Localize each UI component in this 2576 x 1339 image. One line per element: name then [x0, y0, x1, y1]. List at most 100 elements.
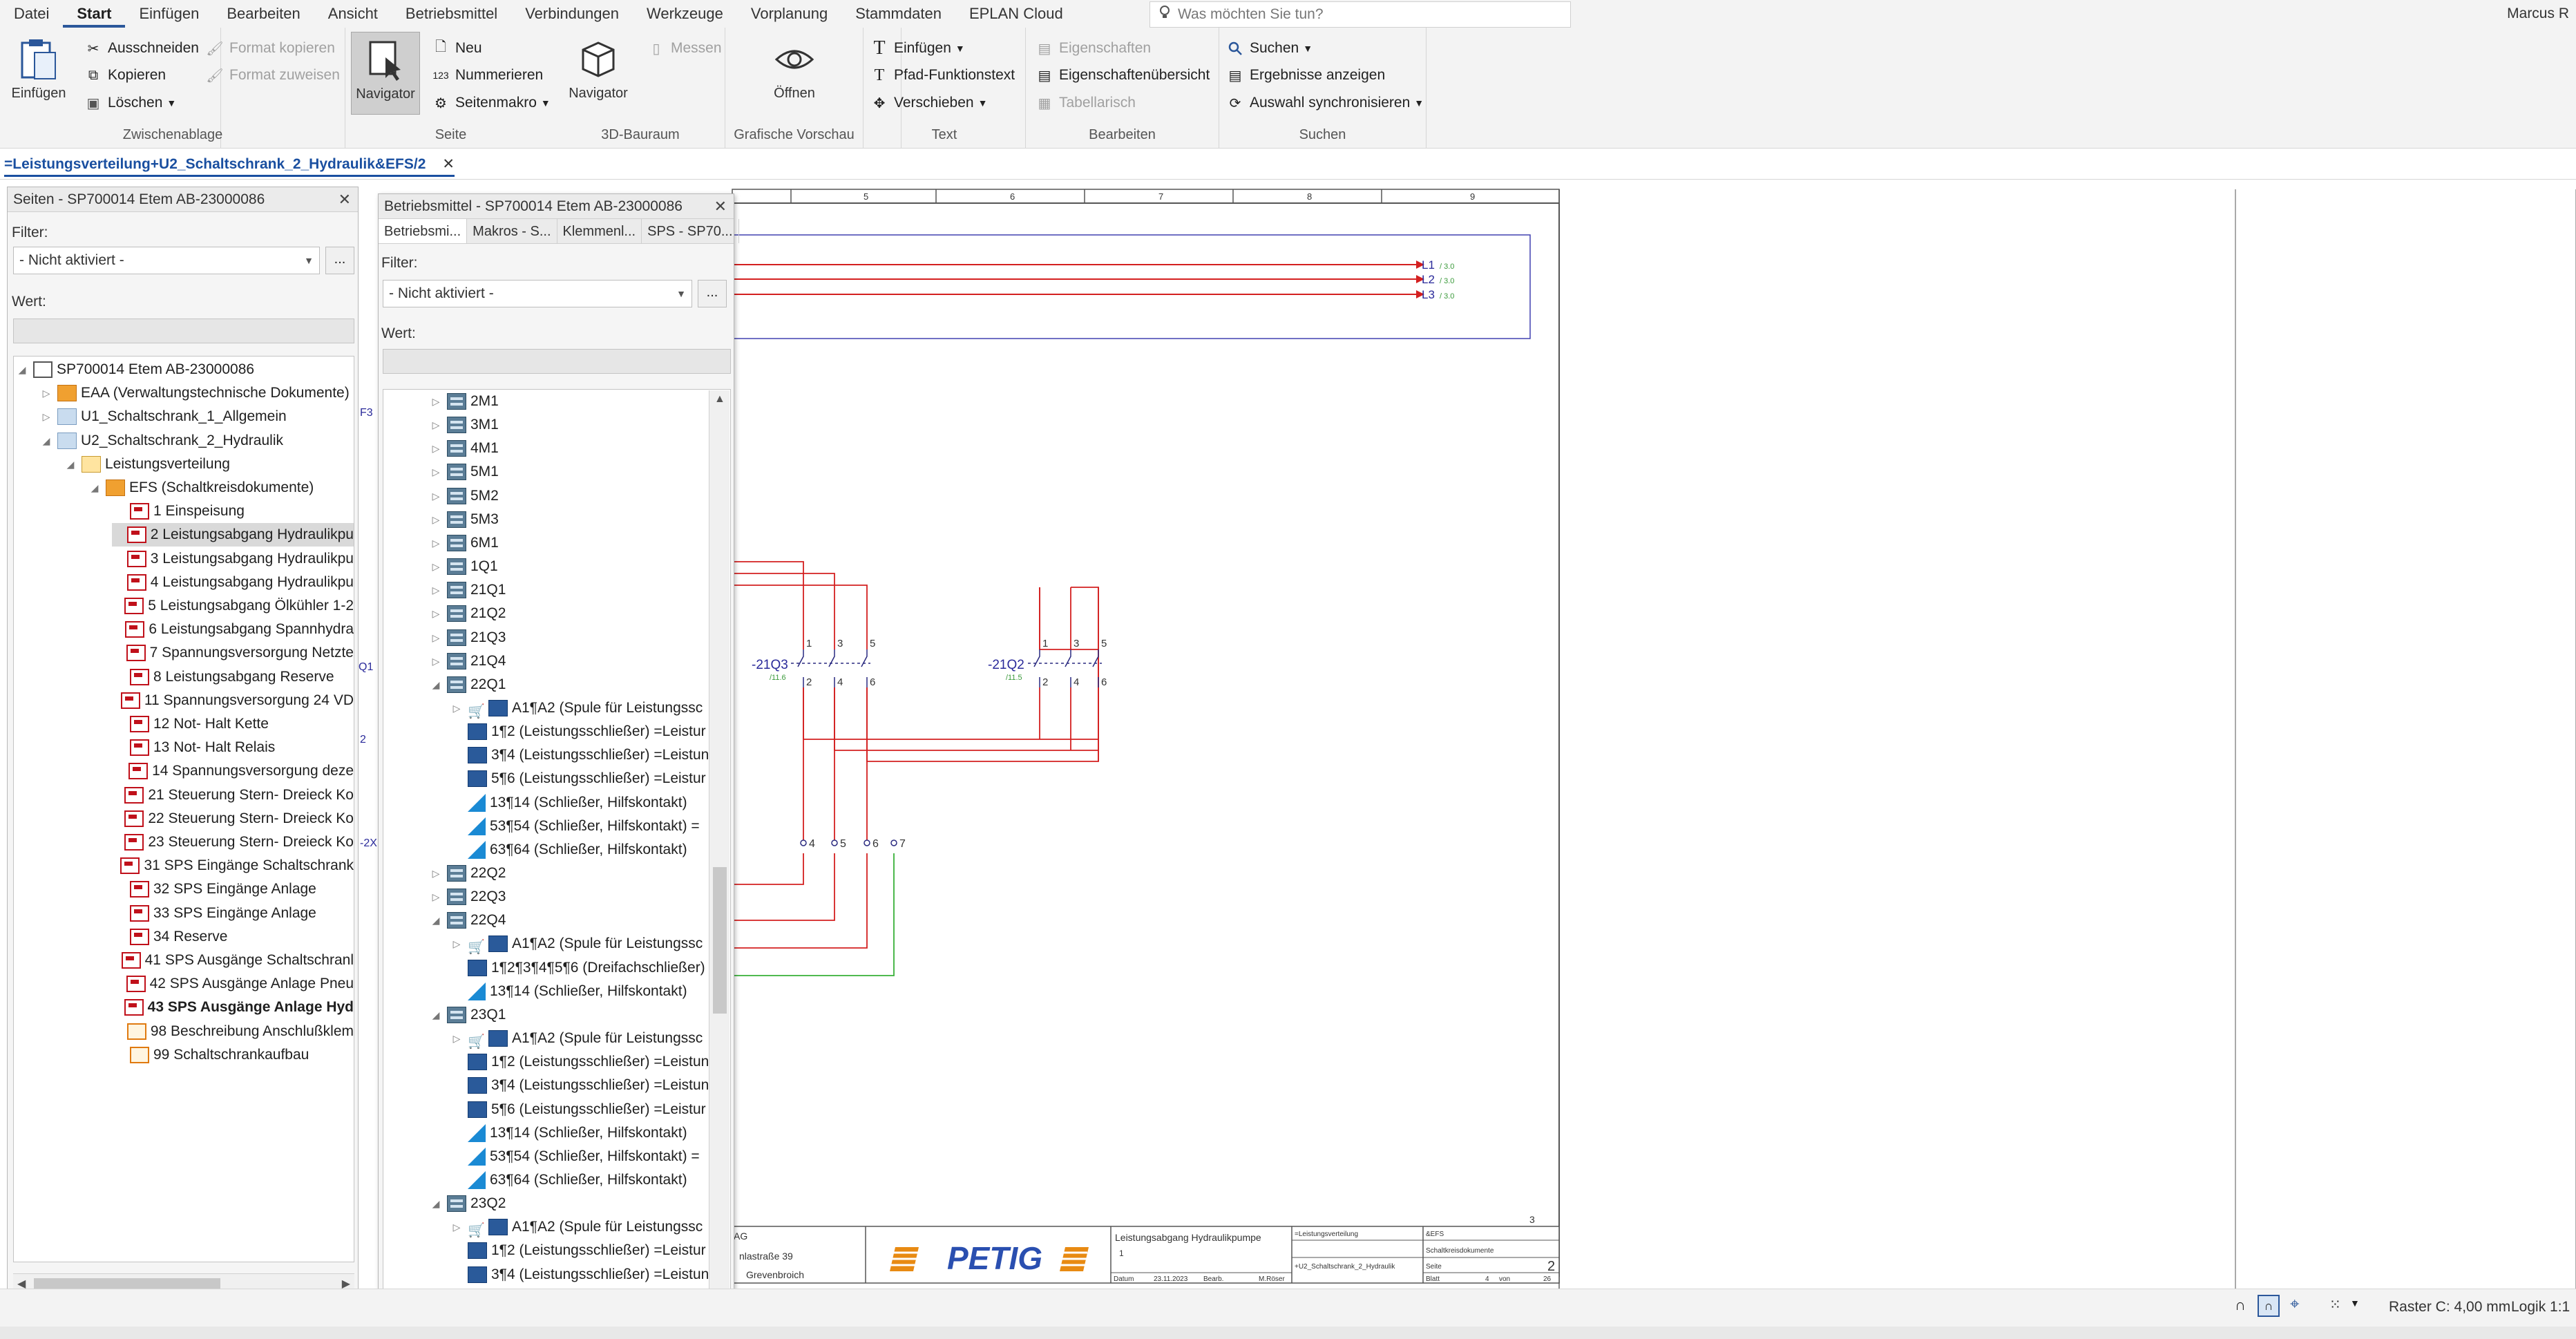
tree-item[interactable]: 13¶14 (Schließer, Hilfskontakt): [450, 980, 730, 1003]
expand-icon[interactable]: ▷: [429, 578, 443, 602]
scroll-thumb[interactable]: [713, 867, 727, 1014]
properties-overview-button[interactable]: ▤ Eigenschaftenübersicht: [1036, 63, 1210, 88]
tree-item[interactable]: 1¶2¶3¶4¶5¶6 (Dreifachschließer): [450, 956, 730, 980]
paste-button[interactable]: Einfügen: [6, 32, 72, 115]
tree-item[interactable]: ▷ 🛒 A1¶A2 (Spule für Leistungssc: [450, 696, 730, 720]
user-name[interactable]: Marcus R: [2507, 6, 2569, 22]
tree-item[interactable]: 98 Beschreibung Anschlußklem: [112, 1020, 354, 1043]
close-icon[interactable]: ✕: [714, 194, 727, 219]
tree-item[interactable]: ◢ 22Q4: [429, 909, 730, 932]
tree-item[interactable]: 23 Steuerung Stern- Dreieck Ko: [112, 830, 354, 854]
tree-item[interactable]: 13¶14 (Schließer, Hilfskontakt): [450, 1121, 730, 1145]
close-icon[interactable]: ✕: [442, 156, 455, 172]
tree-item[interactable]: 1¶2 (Leistungsschließer) =Leistur: [450, 720, 730, 743]
expand-icon[interactable]: ▷: [429, 531, 443, 555]
close-icon[interactable]: ✕: [338, 187, 351, 212]
expand-icon[interactable]: ▷: [450, 696, 464, 720]
menu-item-verbindungen[interactable]: Verbindungen: [511, 0, 633, 28]
show-results-button[interactable]: ▤ Ergebnisse anzeigen: [1226, 63, 1386, 88]
tree-item[interactable]: ◢ 23Q1: [429, 1003, 730, 1027]
value-field[interactable]: [13, 319, 354, 343]
expand-icon[interactable]: ▷: [429, 390, 443, 413]
collapse-icon[interactable]: ◢: [39, 429, 53, 453]
collapse-icon[interactable]: ◢: [64, 453, 77, 476]
tree-item[interactable]: ▷ 21Q4: [429, 649, 730, 673]
page-navigator-button[interactable]: Navigator: [351, 32, 420, 115]
tree-item[interactable]: 5 Leistungsabgang Ölkühler 1-2: [112, 594, 354, 618]
measure-button[interactable]: ▯ Messen: [647, 36, 721, 61]
tree-item[interactable]: 12 Not- Halt Kette: [112, 712, 354, 736]
collapse-icon[interactable]: ◢: [15, 358, 29, 381]
document-tab[interactable]: =Leistungsverteilung+U2_Schaltschrank_2_…: [4, 152, 455, 177]
tree-item[interactable]: ▷ 22Q3: [429, 885, 730, 909]
tree-item[interactable]: 6 Leistungsabgang Spannhydra: [112, 618, 354, 641]
devices-tab[interactable]: SPS - SP70...: [642, 219, 739, 243]
expand-icon[interactable]: ▷: [429, 885, 443, 909]
open-preview-button[interactable]: Öffnen: [760, 32, 829, 115]
tree-item[interactable]: 34 Reserve: [112, 925, 354, 949]
scroll-up-icon[interactable]: ▲: [714, 393, 725, 406]
value-field[interactable]: [383, 349, 731, 374]
filter-dropdown[interactable]: - Nicht aktiviert - ▼: [383, 280, 692, 307]
expand-icon[interactable]: ▷: [429, 508, 443, 531]
page-macro-button[interactable]: ⚙ Seitenmakro ▼: [432, 91, 551, 115]
tree-item[interactable]: 13 Not- Halt Relais: [112, 736, 354, 759]
expand-icon[interactable]: ▷: [429, 649, 443, 673]
tree-item[interactable]: ▷ U1_Schaltschrank_1_Allgemein: [39, 405, 354, 428]
filter-dropdown[interactable]: - Nicht aktiviert - ▼: [13, 247, 320, 274]
tree-item[interactable]: ▷ 22Q2: [429, 862, 730, 885]
tree-item[interactable]: 42 SPS Ausgänge Anlage Pneu: [112, 972, 354, 996]
tree-item[interactable]: 4 Leistungsabgang Hydraulikpu: [112, 571, 354, 594]
tabular-button[interactable]: ▦ Tabellarisch: [1036, 91, 1136, 115]
menu-item-start[interactable]: Start: [63, 0, 126, 28]
tree-item[interactable]: 32 SPS Eingänge Anlage: [112, 877, 354, 901]
tree-item[interactable]: ◢ EFS (Schaltkreisdokumente): [88, 476, 354, 500]
menu-item-eplan-cloud[interactable]: EPLAN Cloud: [955, 0, 1077, 28]
tree-item[interactable]: 7 Spannungsversorgung Netzte: [112, 641, 354, 665]
menu-item-werkzeuge[interactable]: Werkzeuge: [633, 0, 737, 28]
path-function-text-button[interactable]: T Pfad-Funktionstext: [870, 63, 1015, 88]
tree-item[interactable]: 3¶4 (Leistungsschließer) =Leistun: [450, 743, 730, 767]
tree-item[interactable]: 1¶2 (Leistungsschließer) =Leistun: [450, 1050, 730, 1074]
tree-item[interactable]: 1 Einspeisung: [112, 500, 354, 523]
tree-item[interactable]: 13¶14 (Schließer, Hilfskontakt): [450, 791, 730, 815]
number-pages-button[interactable]: 123 Nummerieren: [432, 63, 543, 88]
snap-grid-icon[interactable]: ∩: [2258, 1295, 2280, 1317]
tree-item[interactable]: 3¶4 (Leistungsschließer) =Leistun: [450, 1263, 730, 1286]
tree-item[interactable]: 5¶6 (Leistungsschließer) =Leistur: [450, 1098, 730, 1121]
snap-icon[interactable]: ∩: [2235, 1296, 2246, 1314]
tree-item[interactable]: ▷ 5M1: [429, 460, 730, 484]
tree-item[interactable]: ◢ SP700014 Etem AB-23000086: [15, 358, 354, 381]
tree-item[interactable]: ▷ 🛒 A1¶A2 (Spule für Leistungssc: [450, 1215, 730, 1239]
collapse-icon[interactable]: ◢: [429, 1003, 443, 1027]
tree-item[interactable]: 5¶6 (Leistungsschließer) =Leistur: [450, 767, 730, 790]
cut-button[interactable]: ✂ Ausschneiden: [84, 36, 199, 61]
tree-item[interactable]: ◢ 23Q2: [429, 1192, 730, 1215]
tree-item[interactable]: ▷ 6M1: [429, 531, 730, 555]
new-page-button[interactable]: 🗋 Neu: [432, 36, 482, 61]
tree-item[interactable]: 33 SPS Eingänge Anlage: [112, 902, 354, 925]
tree-item[interactable]: ◢ U2_Schaltschrank_2_Hydraulik: [39, 429, 354, 453]
expand-icon[interactable]: ▷: [429, 484, 443, 508]
tree-item[interactable]: ▷ 1Q1: [429, 555, 730, 578]
tree-item[interactable]: ▷ 🛒 A1¶A2 (Spule für Leistungssc: [450, 932, 730, 956]
menu-item-datei[interactable]: Datei: [0, 0, 63, 28]
tree-item[interactable]: 31 SPS Eingänge Schaltschrank: [112, 854, 354, 877]
tree-item[interactable]: 21 Steuerung Stern- Dreieck Ko: [112, 784, 354, 807]
tree-item[interactable]: ▷ 2M1: [429, 390, 730, 413]
tree-item[interactable]: ▷ 3M1: [429, 413, 730, 437]
tree-item[interactable]: 3 Leistungsabgang Hydraulikpu: [112, 547, 354, 571]
expand-icon[interactable]: ▷: [429, 626, 443, 649]
tree-item[interactable]: ▷ 21Q2: [429, 602, 730, 625]
grid-dots-icon[interactable]: ⁙: [2329, 1296, 2341, 1313]
menu-item-betriebsmittel[interactable]: Betriebsmittel: [392, 0, 511, 28]
tree-item[interactable]: 11 Spannungsversorgung 24 VD: [112, 689, 354, 712]
tree-item[interactable]: 63¶64 (Schließer, Hilfskontakt): [450, 1168, 730, 1192]
tree-item[interactable]: ▷ 21Q3: [429, 626, 730, 649]
filter-more-button[interactable]: ...: [325, 247, 354, 274]
crosshair-icon[interactable]: ⌖: [2290, 1295, 2300, 1314]
expand-icon[interactable]: ▷: [39, 405, 53, 428]
tree-item[interactable]: 14 Spannungsversorgung deze: [112, 759, 354, 783]
expand-icon[interactable]: ▷: [429, 862, 443, 885]
tree-item[interactable]: 43 SPS Ausgänge Anlage Hyd: [112, 996, 354, 1019]
